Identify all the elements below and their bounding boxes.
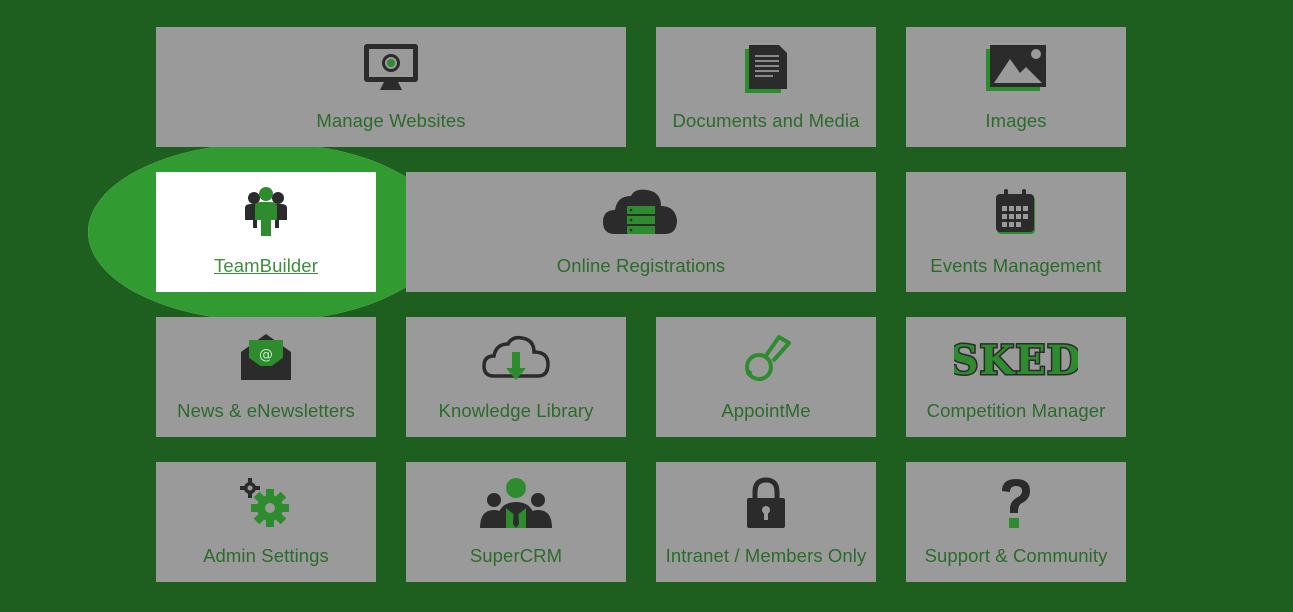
team-icon <box>226 184 306 242</box>
tile-label: Online Registrations <box>556 255 726 276</box>
svg-text:@: @ <box>259 347 273 363</box>
tile-label: Images <box>985 110 1047 131</box>
tile-label: News & eNewsletters <box>177 400 355 421</box>
monitor-icon <box>351 39 431 97</box>
tile-label: Competition Manager <box>926 400 1106 421</box>
whistle-icon <box>726 329 806 387</box>
sked-logo-icon: SKED <box>951 329 1081 387</box>
tile-admin-settings[interactable]: Admin Settings <box>156 462 376 582</box>
tile-images[interactable]: Images <box>906 27 1126 147</box>
tile-label: TeamBuilder <box>214 255 318 276</box>
tile-appointme[interactable]: AppointMe <box>656 317 876 437</box>
people-icon <box>476 474 556 532</box>
tile-label: Support & Community <box>924 545 1108 566</box>
tile-news[interactable]: @ News & eNewsletters <box>156 317 376 437</box>
tile-knowledge-library[interactable]: Knowledge Library <box>406 317 626 437</box>
tile-manage-websites[interactable]: Manage Websites <box>156 27 626 147</box>
lock-icon <box>726 474 806 532</box>
cloud-server-icon <box>601 184 681 242</box>
calendar-icon <box>976 184 1056 242</box>
tile-label: Manage Websites <box>316 110 466 131</box>
tile-label: Admin Settings <box>203 545 329 566</box>
gears-icon <box>226 474 306 532</box>
app-launcher: Manage Websites Documents and Media Imag… <box>0 0 1293 612</box>
envelope-icon: @ <box>226 329 306 387</box>
tile-online-registrations[interactable]: Online Registrations <box>406 172 876 292</box>
tile-label: Intranet / Members Only <box>665 545 867 566</box>
tile-label: Documents and Media <box>672 110 860 131</box>
tile-supercrm[interactable]: SuperCRM <box>406 462 626 582</box>
tile-events-management[interactable]: Events Management <box>906 172 1126 292</box>
question-icon <box>976 474 1056 532</box>
document-icon <box>726 39 806 97</box>
tile-support[interactable]: Support & Community <box>906 462 1126 582</box>
cloud-download-icon <box>476 329 556 387</box>
tile-label: SuperCRM <box>469 545 563 566</box>
tile-competition-manager[interactable]: SKED Competition Manager <box>906 317 1126 437</box>
tile-label: AppointMe <box>721 400 811 421</box>
tile-teambuilder[interactable]: TeamBuilder <box>156 172 376 292</box>
sked-logo-text: SKED <box>954 337 1078 380</box>
image-icon <box>976 39 1056 97</box>
tile-label: Events Management <box>930 255 1102 276</box>
tile-intranet[interactable]: Intranet / Members Only <box>656 462 876 582</box>
tile-label: Knowledge Library <box>438 400 594 421</box>
tile-documents-media[interactable]: Documents and Media <box>656 27 876 147</box>
